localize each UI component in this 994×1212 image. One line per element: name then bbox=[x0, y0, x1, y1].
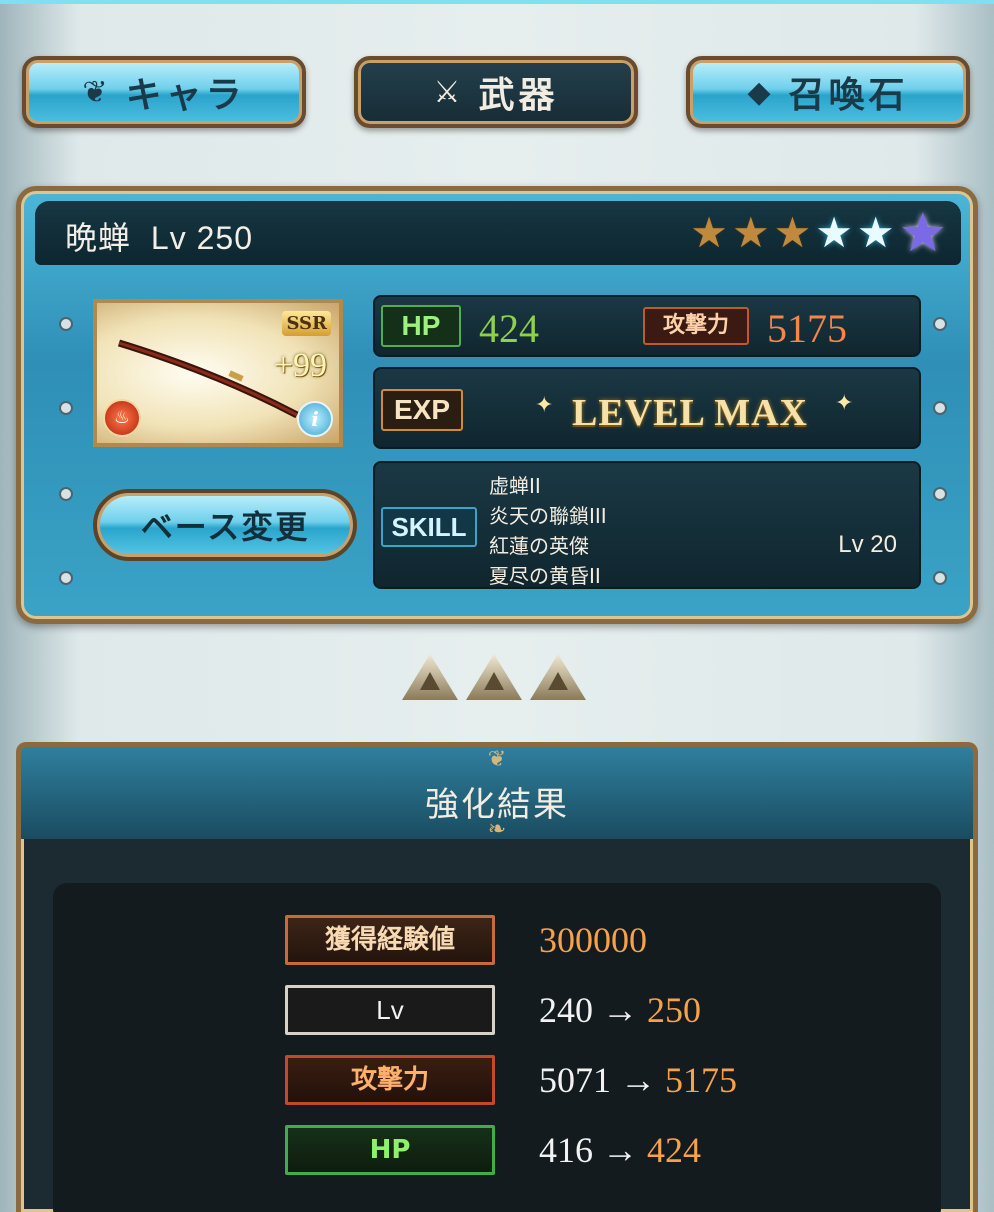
weapon-level: Lv 250 bbox=[150, 220, 253, 256]
level-change: 240 → 250 bbox=[539, 989, 701, 1031]
rivet bbox=[59, 317, 73, 331]
gained-exp-label: 獲得経験値 bbox=[285, 915, 495, 965]
rarity-badge: SSR bbox=[282, 311, 331, 336]
arrow-icon: → bbox=[602, 990, 638, 1030]
top-accent-line bbox=[0, 0, 994, 4]
uncap-star-icon: ★ bbox=[731, 208, 770, 257]
skill-name: 夏尽の黄昏II bbox=[489, 564, 601, 588]
hp-result-label: HP bbox=[285, 1125, 495, 1175]
weapon-title: 晩蝉 Lv 250 bbox=[65, 213, 253, 259]
skill-row: SKILL 虚蝉II 炎天の聯鎖III 紅蓮の英傑 夏尽の黄昏II Lv 20 bbox=[373, 461, 921, 589]
atk-value: 5175 bbox=[767, 306, 847, 351]
crystal-icon: ◆ bbox=[747, 74, 775, 110]
result-row-attack: 攻撃力 5071 → 5175 bbox=[285, 1055, 925, 1105]
enhance-result-panel: ❦ 強化結果 ❧ 獲得経験値 300000 Lv 240 → 250 攻撃力 5… bbox=[16, 742, 978, 1212]
gained-exp-number: 300000 bbox=[539, 920, 647, 960]
rivet bbox=[933, 571, 947, 585]
rivet bbox=[59, 571, 73, 585]
transcend-star-icon: ★ bbox=[856, 208, 895, 257]
result-body: 獲得経験値 300000 Lv 240 → 250 攻撃力 5071 → 517… bbox=[53, 883, 941, 1212]
attack-to: 5175 bbox=[665, 1060, 737, 1100]
hp-atk-row: HP 424 攻撃力 5175 bbox=[373, 295, 921, 357]
transcend-star-icon: ★ bbox=[815, 208, 853, 257]
skill-level: Lv 20 bbox=[838, 531, 897, 558]
tab-summon-label: 召喚石 bbox=[788, 75, 909, 116]
character-emblem-icon: ❦ bbox=[82, 74, 112, 110]
tab-character-label: キャラ bbox=[125, 75, 246, 116]
weapon-thumbnail[interactable]: SSR +99 ♨ i bbox=[93, 299, 343, 447]
attack-label: 攻撃力 bbox=[285, 1055, 495, 1105]
tab-weapon[interactable]: ⚔ 武器 bbox=[354, 56, 638, 128]
result-row-hp: HP 416 → 424 bbox=[285, 1125, 925, 1175]
exp-label: EXP bbox=[381, 389, 463, 431]
triangle-ornament-icon bbox=[402, 654, 458, 700]
weapon-name-bar: 晩蝉 Lv 250 ★ ★ ★ ★ ★ ★ bbox=[35, 201, 961, 265]
skill-name: 紅蓮の英傑 bbox=[489, 534, 589, 558]
rivet bbox=[933, 401, 947, 415]
plus-value: +99 bbox=[273, 347, 327, 384]
hp-change: 416 → 424 bbox=[539, 1129, 701, 1171]
atk-label: 攻撃力 bbox=[643, 307, 749, 345]
triangle-ornament-icon bbox=[530, 654, 586, 700]
hp-label: HP bbox=[381, 305, 461, 347]
rivet bbox=[933, 487, 947, 501]
attack-from: 5071 bbox=[539, 1060, 611, 1100]
tab-weapon-label: 武器 bbox=[478, 75, 559, 116]
result-row-exp: 獲得経験値 300000 bbox=[285, 915, 925, 965]
base-change-label: ベース変更 bbox=[140, 508, 310, 546]
skill-list: 虚蝉II 炎天の聯鎖III 紅蓮の英傑 夏尽の黄昏II bbox=[489, 471, 607, 591]
gained-exp-value: 300000 bbox=[539, 919, 647, 961]
ornament-icon: ❧ bbox=[487, 817, 507, 842]
uncap-stars: ★ ★ ★ ★ ★ ★ bbox=[690, 201, 947, 264]
weapon-name: 晩蝉 bbox=[65, 220, 132, 256]
arrow-icon: → bbox=[620, 1060, 656, 1100]
tab-character[interactable]: ❦ キャラ bbox=[22, 56, 306, 128]
tab-summon[interactable]: ◆ 召喚石 bbox=[686, 56, 970, 128]
skill-name: 炎天の聯鎖III bbox=[489, 504, 607, 528]
info-icon[interactable]: i bbox=[297, 401, 333, 437]
triangle-ornament-icon bbox=[466, 654, 522, 700]
skill-name: 虚蝉II bbox=[489, 474, 541, 498]
max-transcend-star-icon: ★ bbox=[898, 201, 947, 264]
attack-change: 5071 → 5175 bbox=[539, 1059, 737, 1101]
skill-label: SKILL bbox=[381, 507, 477, 547]
result-row-level: Lv 240 → 250 bbox=[285, 985, 925, 1035]
fire-element-icon: ♨ bbox=[103, 399, 141, 437]
rivet bbox=[59, 401, 73, 415]
arrow-icon: → bbox=[602, 1130, 638, 1170]
level-to: 250 bbox=[647, 990, 701, 1030]
crossed-weapons-icon: ⚔ bbox=[433, 74, 465, 110]
level-label: Lv bbox=[285, 985, 495, 1035]
rivet bbox=[933, 317, 947, 331]
uncap-star-icon: ★ bbox=[690, 208, 728, 257]
hp-to: 424 bbox=[647, 1130, 701, 1170]
hp-value: 424 bbox=[479, 306, 539, 351]
uncap-star-icon: ★ bbox=[773, 208, 812, 257]
progress-triangles bbox=[402, 654, 586, 700]
level-max-status: LEVEL MAX bbox=[572, 392, 808, 434]
level-from: 240 bbox=[539, 990, 593, 1030]
hp-from: 416 bbox=[539, 1130, 593, 1170]
base-change-button[interactable]: ベース変更 bbox=[93, 489, 357, 561]
sparkle-icon: ✦ bbox=[835, 391, 854, 416]
weapon-panel: 晩蝉 Lv 250 ★ ★ ★ ★ ★ ★ SSR +99 ♨ i ベース変更 bbox=[16, 186, 978, 624]
rivet bbox=[59, 487, 73, 501]
exp-row: EXP ✦ ✦ LEVEL MAX bbox=[373, 367, 921, 449]
result-header: ❦ 強化結果 ❧ bbox=[21, 747, 973, 842]
ornament-icon: ❦ bbox=[487, 747, 507, 772]
